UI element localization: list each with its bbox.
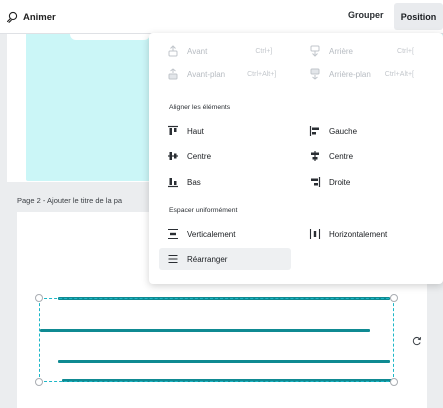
position-button[interactable]: Position [394, 3, 443, 30]
group-button[interactable]: Grouper [348, 10, 384, 20]
send-to-back-icon [309, 68, 321, 80]
align-middle-item[interactable]: Centre [167, 146, 211, 166]
page-1-inner-shape [70, 34, 150, 40]
tidy-up-item[interactable]: Réarranger [159, 248, 291, 270]
bring-forward-label: Avant [187, 46, 208, 56]
align-heading: Aligner les éléments [169, 104, 231, 111]
align-middle-label: Centre [187, 151, 212, 161]
align-bottom-icon [167, 176, 179, 188]
send-to-back-shortcut: Ctrl+Alt+[ [384, 70, 414, 78]
bring-to-front-label: Avant-plan [187, 69, 226, 79]
resize-handle-top-right[interactable] [390, 294, 398, 302]
distribute-vertical-label: Verticalement [187, 229, 236, 239]
distribute-horizontal-item[interactable]: Horizontalement [309, 224, 387, 244]
bring-to-front-icon [167, 68, 179, 80]
page-2-title[interactable]: Page 2 - Ajouter le titre de la pa [17, 196, 122, 205]
align-bottom-item[interactable]: Bas [167, 172, 201, 192]
send-backward-shortcut: Ctrl+[ [397, 47, 414, 55]
animate-label: Animer [23, 11, 56, 23]
align-center-icon [309, 150, 321, 162]
align-center-item[interactable]: Centre [309, 146, 353, 166]
align-top-icon [167, 125, 179, 137]
selection-box[interactable] [39, 298, 394, 382]
position-menu: Avant Ctrl+] Arrière Ctrl+[ Avant-plan C… [149, 33, 443, 284]
distribute-vertical-icon [167, 228, 179, 240]
resize-handle-bottom-left[interactable] [35, 378, 43, 386]
send-backward-icon [309, 45, 321, 57]
align-right-icon [309, 176, 321, 188]
distribute-vertical-item[interactable]: Verticalement [167, 224, 235, 244]
align-left-icon [309, 125, 321, 137]
distribute-horizontal-label: Horizontalement [329, 229, 388, 239]
send-backward-label: Arrière [329, 46, 354, 56]
resize-handle-top-left[interactable] [35, 294, 43, 302]
align-top-label: Haut [187, 126, 204, 136]
bring-forward-shortcut: Ctrl+] [255, 47, 273, 55]
bring-to-front-item[interactable]: Avant-plan Ctrl+Alt+] [167, 64, 276, 84]
resize-handle-bottom-right[interactable] [390, 378, 398, 386]
align-bottom-label: Bas [187, 177, 201, 187]
align-top-item[interactable]: Haut [167, 121, 204, 141]
align-right-label: Droite [329, 177, 351, 187]
animate-button[interactable]: Animer [6, 9, 56, 25]
align-right-item[interactable]: Droite [309, 172, 350, 192]
bring-forward-item[interactable]: Avant Ctrl+] [167, 41, 272, 61]
align-center-label: Centre [329, 151, 354, 161]
bring-to-front-shortcut: Ctrl+Alt+] [247, 70, 277, 78]
send-backward-item[interactable]: Arrière Ctrl+[ [309, 41, 414, 61]
align-middle-icon [167, 150, 179, 162]
animate-icon [6, 11, 18, 23]
rotate-icon[interactable] [411, 335, 423, 347]
bring-forward-icon [167, 45, 179, 57]
tidy-up-icon [167, 253, 179, 265]
send-to-back-label: Arrière-plan [329, 69, 371, 79]
align-left-label: Gauche [329, 126, 358, 136]
align-left-item[interactable]: Gauche [309, 121, 357, 141]
distribute-horizontal-icon [309, 228, 321, 240]
send-to-back-item[interactable]: Arrière-plan Ctrl+Alt+[ [309, 64, 414, 84]
editor-toolbar: Animer Grouper Position [0, 0, 443, 34]
tidy-up-label: Réarranger [187, 254, 228, 264]
distribute-heading: Espacer uniformément [169, 207, 238, 214]
